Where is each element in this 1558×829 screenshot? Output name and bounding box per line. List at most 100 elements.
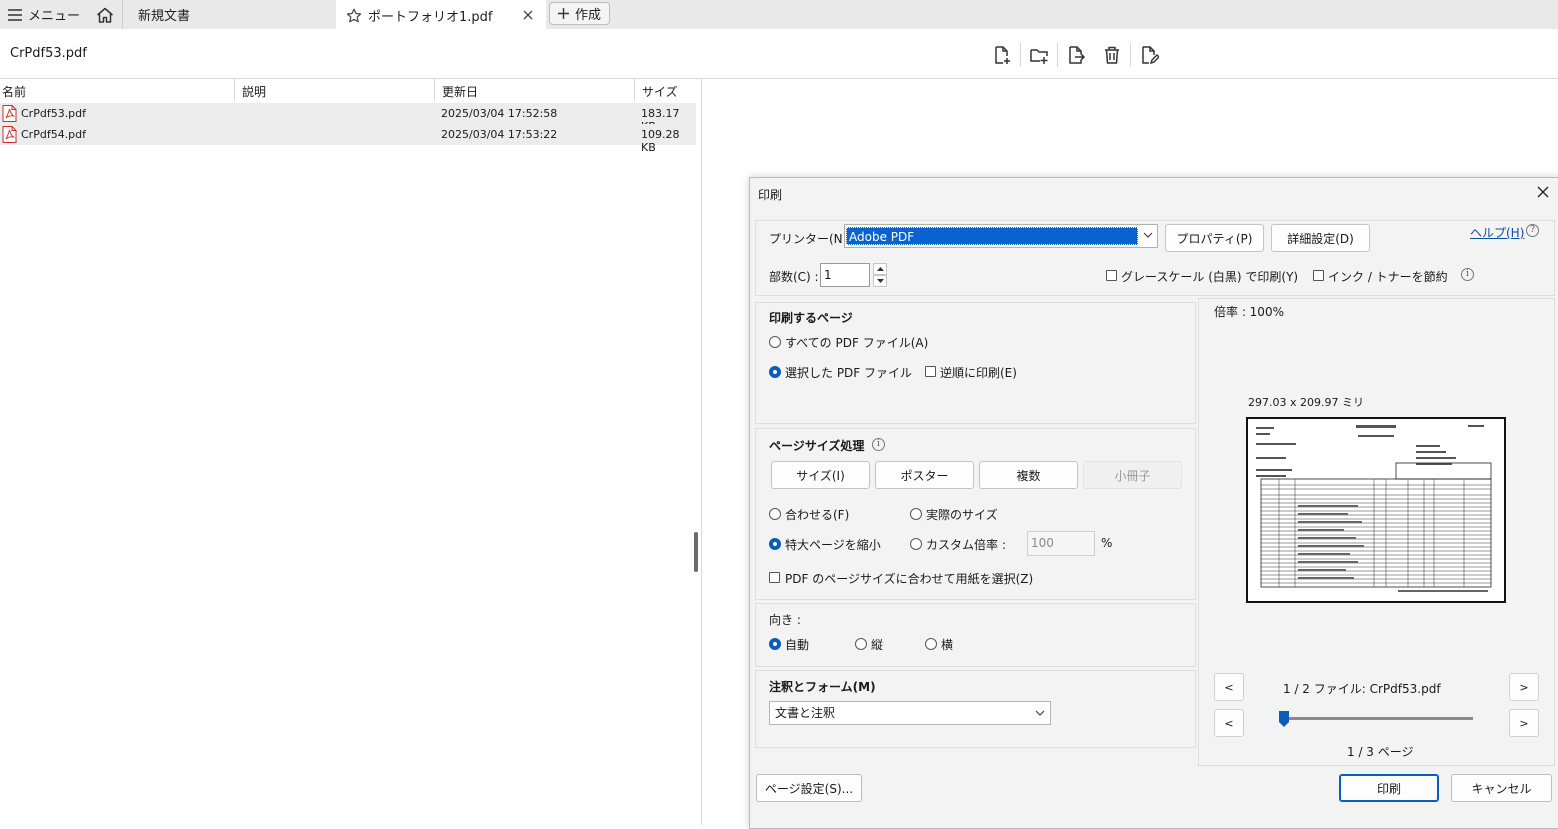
star-icon[interactable] [346, 8, 362, 24]
orientation-portrait-radio[interactable] [855, 638, 867, 650]
annotations-value: 文書と注釈 [775, 706, 836, 720]
sizing-info-icon[interactable]: i [872, 438, 885, 451]
stepper-up-icon[interactable] [873, 263, 887, 275]
next-page-button[interactable]: > [1509, 709, 1539, 737]
table-row[interactable]: CrPdf53.pdf 2025/03/04 17:52:58 183.17 K… [0, 103, 696, 133]
sizing-heading: ページサイズ処理 [769, 439, 865, 453]
file-modified: 2025/03/04 17:53:22 [441, 128, 558, 141]
selected-file-radio[interactable] [769, 366, 781, 378]
help-info-icon[interactable]: ? [1526, 224, 1539, 237]
home-icon [96, 7, 114, 23]
portfolio-toolbar [984, 42, 1167, 68]
rename-file-button[interactable] [1131, 42, 1167, 68]
selected-file-label: 選択した PDF ファイル [785, 366, 913, 380]
column-modified[interactable]: 更新日 [442, 83, 478, 100]
pane-splitter-handle[interactable] [694, 532, 698, 572]
copies-input[interactable]: 1 [820, 263, 870, 287]
all-files-label: すべての PDF ファイル(A) [785, 336, 929, 350]
column-divider[interactable] [634, 79, 635, 101]
reverse-label: 逆順に印刷(E) [940, 366, 1017, 380]
choose-paper-checkbox[interactable] [769, 572, 780, 583]
file-list: 名前 説明 更新日 サイズ CrPdf53.pdf 2025/03/04 17:… [0, 79, 702, 825]
cancel-button[interactable]: キャンセル [1451, 774, 1552, 802]
prev-file-button[interactable]: < [1214, 673, 1244, 701]
create-button[interactable]: 作成 [549, 2, 611, 25]
pdf-file-icon [2, 105, 17, 122]
choose-paper-label: PDF のページサイズに合わせて用紙を選択(Z) [785, 572, 1034, 586]
column-size[interactable]: サイズ [642, 83, 678, 100]
add-file-icon [992, 45, 1012, 65]
booklet-button[interactable]: 小冊子 [1083, 461, 1182, 489]
close-tab-icon[interactable] [523, 10, 533, 20]
home-button[interactable] [94, 0, 116, 29]
add-folder-button[interactable] [1021, 42, 1057, 68]
column-divider[interactable] [434, 79, 435, 101]
stepper-down-icon[interactable] [873, 275, 887, 287]
printer-value: Adobe PDF [846, 227, 1138, 245]
actual-size-radio[interactable] [910, 508, 922, 520]
orientation-landscape-label: 横 [941, 638, 954, 652]
poster-button[interactable]: ポスター [875, 461, 974, 489]
pages-heading: 印刷するページ [769, 311, 853, 325]
annotations-select[interactable]: 文書と注釈 [769, 701, 1051, 725]
plus-icon [558, 8, 569, 19]
export-icon [1066, 45, 1086, 65]
orientation-auto-radio[interactable] [769, 638, 781, 650]
file-modified: 2025/03/04 17:52:58 [441, 107, 558, 120]
column-divider[interactable] [234, 79, 235, 101]
page-setup-button[interactable]: ページ設定(S)... [756, 774, 862, 802]
add-folder-icon [1029, 45, 1049, 65]
grayscale-label: グレースケール (白黒) で印刷(Y) [1121, 270, 1299, 284]
info-icon[interactable]: i [1461, 268, 1474, 281]
prev-page-button[interactable]: < [1214, 709, 1244, 737]
fit-label: 合わせる(F) [785, 508, 850, 522]
help-link[interactable]: ヘルプ(H) [1470, 224, 1524, 241]
all-files-radio[interactable] [769, 336, 781, 348]
rename-file-icon [1139, 45, 1159, 65]
printer-select[interactable]: Adobe PDF [844, 224, 1158, 248]
properties-button[interactable]: プロパティ(P) [1165, 224, 1264, 252]
delete-button[interactable] [1094, 42, 1130, 68]
percent-label: % [1101, 536, 1113, 550]
advanced-button[interactable]: 詳細設定(D) [1271, 224, 1370, 252]
reverse-checkbox[interactable] [925, 366, 936, 377]
custom-scale-radio[interactable] [910, 538, 922, 550]
tab-new-document[interactable]: 新規文書 [122, 0, 334, 29]
print-button[interactable]: 印刷 [1339, 774, 1439, 802]
column-description[interactable]: 説明 [242, 83, 266, 100]
print-preview-panel: 倍率 : 100% 297.03 x 209.97 ミリ < 1 / 2 ファイ… [1198, 298, 1555, 766]
next-file-button[interactable]: > [1509, 673, 1539, 701]
copies-stepper[interactable] [873, 263, 887, 287]
table-row[interactable]: CrPdf54.pdf 2025/03/04 17:53:22 109.28 K… [0, 124, 696, 154]
grayscale-checkbox[interactable] [1106, 270, 1117, 281]
printer-label: プリンター(N) : [769, 232, 856, 246]
custom-scale-input[interactable]: 100 [1027, 531, 1095, 556]
save-ink-label: インク / トナーを節約 [1328, 270, 1448, 284]
column-name[interactable]: 名前 [2, 83, 26, 100]
size-button[interactable]: サイズ(I) [771, 461, 870, 489]
shrink-radio[interactable] [769, 538, 781, 550]
tab-portfolio[interactable]: ポートフォリオ1.pdf [336, 0, 546, 29]
orientation-landscape-radio[interactable] [925, 638, 937, 650]
add-file-button[interactable] [984, 42, 1020, 68]
copies-label: 部数(C) : [769, 270, 819, 284]
create-label: 作成 [575, 8, 602, 23]
close-dialog-icon[interactable] [1537, 186, 1549, 198]
current-filename: CrPdf53.pdf [10, 46, 87, 61]
menu-button[interactable]: メニュー [8, 0, 80, 29]
multiple-button[interactable]: 複数 [979, 461, 1078, 489]
tab-label: ポートフォリオ1.pdf [368, 10, 493, 25]
tab-bar: メニュー 新規文書 ポートフォリオ1.pdf 作成 [0, 0, 1558, 29]
menu-label: メニュー [28, 9, 81, 24]
page-slider-thumb[interactable] [1278, 710, 1290, 728]
dialog-title: 印刷 [758, 188, 783, 202]
export-button[interactable] [1058, 42, 1094, 68]
custom-scale-label: カスタム倍率 : [926, 538, 1006, 552]
orientation-heading: 向き : [769, 613, 801, 627]
fit-radio[interactable] [769, 508, 781, 520]
save-ink-checkbox[interactable] [1313, 270, 1324, 281]
shrink-label: 特大ページを縮小 [785, 538, 881, 552]
pdf-file-icon [2, 126, 17, 143]
page-slider-track[interactable] [1283, 717, 1473, 720]
chevron-down-icon [1143, 232, 1153, 238]
